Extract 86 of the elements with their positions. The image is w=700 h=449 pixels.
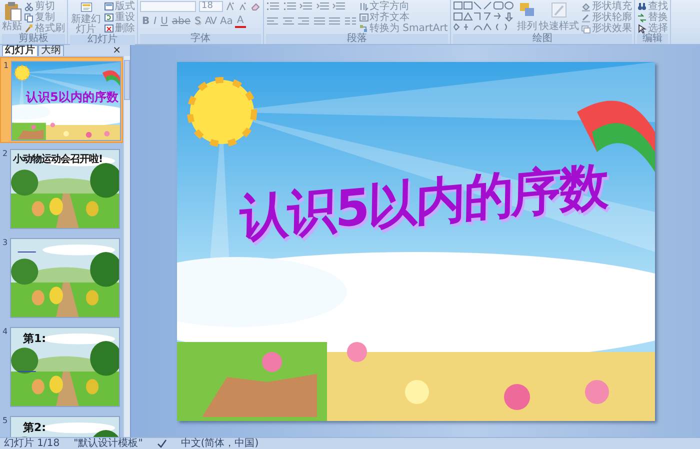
ribbon-button[interactable]: 删除 <box>104 23 135 34</box>
cursor-icon <box>636 24 647 34</box>
language-label[interactable]: 中文(简体，中国) <box>180 438 259 449</box>
ribbon-button[interactable]: 重设 <box>104 12 135 23</box>
ribbon-button[interactable]: 版式 <box>104 1 135 12</box>
spellcheck-icon[interactable] <box>156 438 167 448</box>
ribbon-button[interactable]: 文字方向 <box>358 1 448 12</box>
ribbon-button[interactable]: 查找 <box>636 1 668 12</box>
slide-thumbnail-title: 认识5以内的序数 <box>26 89 118 106</box>
theme-name: "默认设计模板" <box>74 438 143 449</box>
effects-icon <box>580 24 591 34</box>
group-label: 剪贴板 <box>2 34 65 44</box>
slide-counter: 幻灯片 1/18 <box>4 438 60 449</box>
close-button[interactable]: × <box>112 46 130 56</box>
scissors-icon <box>24 2 34 12</box>
new-slide-icon <box>80 1 92 14</box>
format-button[interactable]: Aa <box>218 15 235 28</box>
format-button[interactable]: B <box>140 15 152 28</box>
increase-indent-icon[interactable] <box>316 1 330 12</box>
group-label: 段落 <box>266 34 448 44</box>
slide-thumbnail-item[interactable]: 1 认识5以内的序数 <box>0 57 123 143</box>
ribbon-button[interactable]: 形状效果 <box>580 23 632 34</box>
ribbon-button[interactable]: 替换 <box>636 12 668 23</box>
delete-icon <box>104 24 114 34</box>
slide-number: 5 <box>1 416 9 427</box>
slide-number: 4 <box>1 327 9 338</box>
layout-icon <box>104 2 114 12</box>
ribbon-button[interactable]: 粘贴 <box>2 1 22 32</box>
columns-icon[interactable] <box>344 16 356 27</box>
ribbon-button[interactable]: 剪切 <box>24 1 65 12</box>
shapes-gallery[interactable] <box>452 1 515 32</box>
bullets-icon[interactable] <box>266 1 280 12</box>
align-left-icon[interactable] <box>266 16 279 27</box>
format-button[interactable]: U <box>158 15 170 28</box>
eraser-icon[interactable] <box>250 1 261 12</box>
ribbon-button[interactable]: 对齐文本 <box>358 12 448 23</box>
clipboard-icon <box>2 1 22 21</box>
font-name-field[interactable] <box>140 1 196 12</box>
ribbon-button[interactable]: 新建幻灯片 <box>70 1 102 35</box>
ribbon-button[interactable]: 快速样式 <box>538 1 579 32</box>
slide-thumbnail-title: 小动物运动会召开啦! <box>13 152 103 167</box>
panel-tab[interactable]: 大纲 <box>38 45 64 56</box>
justify-icon[interactable] <box>312 16 326 27</box>
ribbon-button[interactable]: 排列 <box>516 1 537 32</box>
scrollbar[interactable] <box>123 56 130 437</box>
slide-number: 1 <box>2 61 10 72</box>
align-center-icon[interactable] <box>282 16 294 27</box>
ribbon-button[interactable]: 形状轮廓 <box>580 12 632 23</box>
group-label: 绘图 <box>452 34 632 44</box>
distribute-icon[interactable] <box>328 16 341 27</box>
replace-icon <box>636 12 647 22</box>
align-text-icon <box>358 12 368 22</box>
ribbon-button[interactable]: 选择 <box>636 23 668 34</box>
format-button[interactable]: abe <box>170 15 193 28</box>
ribbon-button[interactable]: 复制 <box>24 12 65 23</box>
ribbon-button[interactable]: 转换为 SmartArt <box>358 23 448 34</box>
slide-title: 认识5以内的序数 <box>238 160 608 243</box>
line-spacing-icon[interactable] <box>332 1 346 12</box>
ribbon-button[interactable]: 形状填充 <box>580 1 632 12</box>
text-direction-icon <box>358 2 368 12</box>
grow-font-icon[interactable] <box>225 1 235 12</box>
fill-icon <box>580 2 591 12</box>
format-button[interactable]: S <box>192 15 203 28</box>
pen-icon <box>580 12 591 22</box>
slide-thumbnail-title: 第1: <box>23 331 46 347</box>
group-label: 幻灯片 <box>70 35 135 45</box>
format-button[interactable]: AV <box>202 15 218 28</box>
slide-number: 3 <box>1 238 9 249</box>
decrease-indent-icon[interactable] <box>299 1 313 12</box>
align-right-icon[interactable] <box>297 16 310 27</box>
numbering-icon[interactable] <box>282 1 296 12</box>
reset-icon <box>104 12 114 22</box>
group-label: 字体 <box>140 34 261 44</box>
format-button[interactable]: I <box>152 15 159 28</box>
format-button[interactable]: A <box>234 15 246 28</box>
panel-tab[interactable]: 幻灯片 <box>2 45 38 56</box>
shrink-font-icon[interactable] <box>238 1 248 12</box>
copy-icon <box>24 12 34 22</box>
search-icon <box>636 2 647 12</box>
group-label: 编辑 <box>636 34 668 44</box>
brush-icon <box>24 24 34 34</box>
ribbon-button[interactable]: 格式刷 <box>24 23 65 34</box>
font-size-field[interactable]: 18 <box>198 1 222 12</box>
smartart-icon <box>358 24 368 34</box>
slide-number: 2 <box>1 149 9 160</box>
slide-thumbnail-title: 第2: <box>23 420 46 436</box>
